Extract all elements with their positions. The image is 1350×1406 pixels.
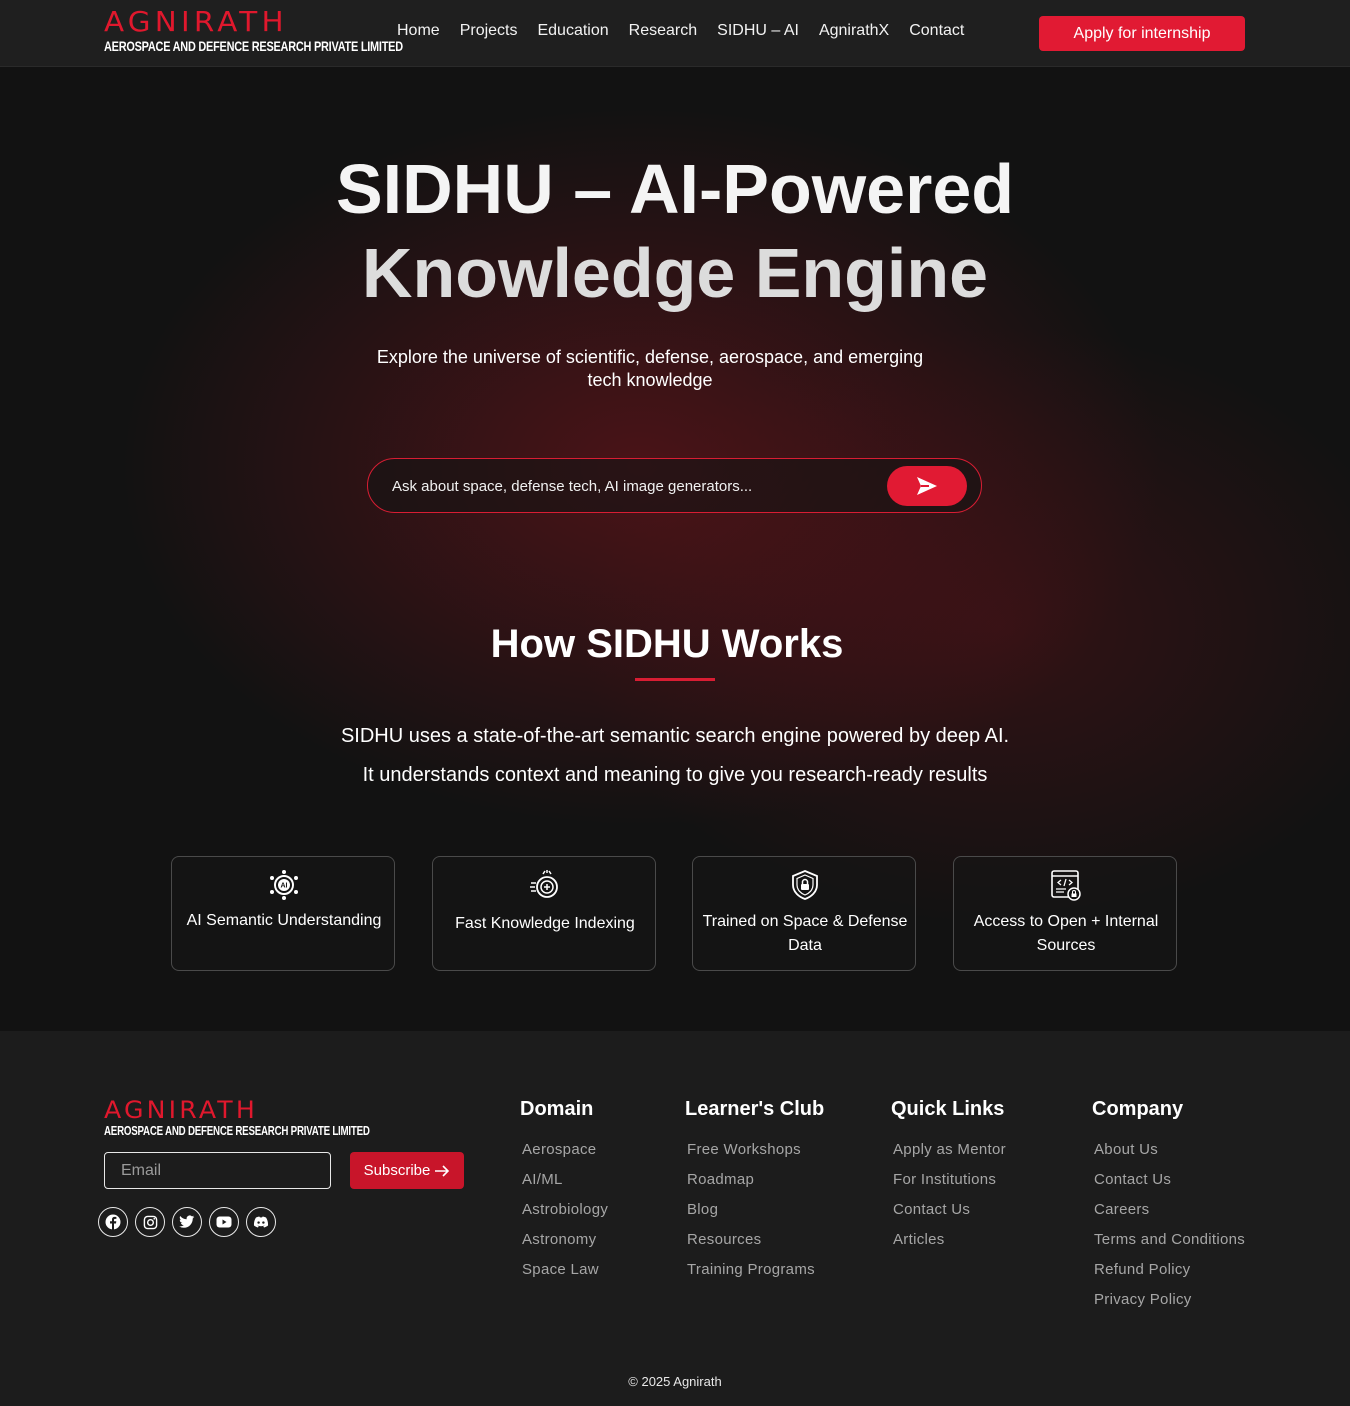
title-underline [635,678,715,681]
arrow-right-icon [435,1164,450,1177]
footer-link[interactable]: Astronomy [520,1225,608,1255]
footer-link[interactable]: Space Law [520,1255,608,1285]
footer-link[interactable]: Contact Us [1092,1165,1245,1195]
footer-link[interactable]: Privacy Policy [1092,1285,1245,1315]
send-icon [917,477,937,495]
social-links [98,1207,276,1237]
nav-sidhu-ai[interactable]: SIDHU – AI [717,22,799,40]
feature-card-label: Fast Knowledge Indexing [455,915,635,932]
footer-link[interactable]: About Us [1092,1135,1245,1165]
footer-column-title: Quick Links [891,1098,1005,1120]
nav-education[interactable]: Education [537,22,608,40]
nav-home[interactable]: Home [397,22,440,40]
nav-research[interactable]: Research [629,22,697,40]
brand-logo[interactable]: AGNIRATH AEROSPACE AND DEFENCE RESEARCH … [104,8,403,55]
nav-contact[interactable]: Contact [909,22,964,40]
discord-icon [253,1216,269,1228]
footer-link[interactable]: Training Programs [685,1255,824,1285]
ai-brain-icon: AI [270,870,298,900]
how-desc-line1: SIDHU uses a state-of-the-art semantic s… [340,725,1010,747]
site-footer: AGNIRATH AEROSPACE AND DEFENCE RESEARCH … [0,1031,1350,1406]
footer-brand-logo[interactable]: AGNIRATH AEROSPACE AND DEFENCE RESEARCH … [104,1098,370,1138]
footer-column-title: Learner's Club [685,1098,825,1120]
fast-indexing-icon [530,870,558,898]
copyright-text: © 2025 Agnirath [628,1374,722,1389]
footer-link[interactable]: Aerospace [520,1135,608,1165]
footer-column-quick-links: Quick Links Apply as Mentor For Institut… [891,1098,1006,1255]
hero-title-line1: SIDHU – AI-Powered [335,150,1015,228]
apply-internship-button[interactable]: Apply for internship [1039,16,1245,51]
hero-title-line2: Knowledge Engine [361,234,989,312]
hero-title: SIDHU – AI-Powered Knowledge Engine [0,147,1350,315]
footer-column-title: Domain [520,1098,594,1120]
how-section-title: How SIDHU Works [490,622,844,666]
discord-link[interactable] [246,1207,276,1237]
how-section-description: SIDHU uses a state-of-the-art semantic s… [0,717,1350,795]
feature-card-label: Trained on Space & Defense Data [702,913,908,954]
nav-projects[interactable]: Projects [460,22,518,40]
instagram-icon [143,1215,157,1229]
footer-link[interactable]: Roadmap [685,1165,824,1195]
footer-link[interactable]: Resources [685,1225,824,1255]
how-desc-line2: It understands context and meaning to gi… [362,764,988,786]
svg-text:AI: AI [281,883,288,890]
hero-subtitle: Explore the universe of scientific, defe… [376,347,924,390]
hero-section: SIDHU – AI-Powered Knowledge Engine Expl… [0,67,1350,1031]
search-input[interactable] [392,474,872,498]
brand-wordmark: AGNIRATH [104,5,288,38]
feature-card-label: Access to Open + Internal Sources [973,913,1159,954]
feature-card-training: Trained on Space & Defense Data [692,856,916,971]
subscribe-label: Subscribe [363,1162,431,1179]
shield-lock-icon [792,870,818,900]
brand-tagline: AEROSPACE AND DEFENCE RESEARCH PRIVATE L… [104,1124,370,1138]
top-navbar: AGNIRATH AEROSPACE AND DEFENCE RESEARCH … [0,0,1350,67]
twitter-link[interactable] [172,1207,202,1237]
facebook-icon [105,1214,121,1230]
search-bar [367,458,982,513]
brand-tagline: AEROSPACE AND DEFENCE RESEARCH PRIVATE L… [104,38,403,54]
footer-link[interactable]: Astrobiology [520,1195,608,1225]
footer-column-learners-club: Learner's Club Free Workshops Roadmap Bl… [685,1098,824,1285]
feature-card-sources: Access to Open + Internal Sources [953,856,1177,971]
newsletter-email-input[interactable] [104,1152,331,1189]
subscribe-button[interactable]: Subscribe [350,1152,464,1189]
footer-link[interactable]: AI/ML [520,1165,608,1195]
feature-card-label: AI Semantic Understanding [186,912,382,929]
footer-column-domain: Domain Aerospace AI/ML Astrobiology Astr… [520,1098,608,1285]
footer-link[interactable]: For Institutions [891,1165,1006,1195]
footer-link[interactable]: Free Workshops [685,1135,824,1165]
facebook-link[interactable] [98,1207,128,1237]
brand-wordmark: AGNIRATH [104,1096,258,1124]
nav-agnirathx[interactable]: AgnirathX [819,22,889,40]
twitter-icon [179,1215,195,1228]
footer-link[interactable]: Careers [1092,1195,1245,1225]
feature-card-semantic: AI AI Semantic Understanding [171,856,395,971]
footer-link[interactable]: Contact Us [891,1195,1006,1225]
footer-column-title: Company [1092,1098,1184,1120]
footer-link[interactable]: Blog [685,1195,824,1225]
send-button[interactable] [887,466,967,506]
code-document-icon [1051,870,1081,901]
footer-link[interactable]: Articles [891,1225,1006,1255]
instagram-link[interactable] [135,1207,165,1237]
footer-column-company: Company About Us Contact Us Careers Term… [1092,1098,1245,1315]
youtube-icon [216,1216,232,1228]
footer-link[interactable]: Refund Policy [1092,1255,1245,1285]
main-nav: Home Projects Education Research SIDHU –… [397,22,984,40]
youtube-link[interactable] [209,1207,239,1237]
feature-card-indexing: Fast Knowledge Indexing [432,856,656,971]
footer-link[interactable]: Apply as Mentor [891,1135,1006,1165]
footer-link[interactable]: Terms and Conditions [1092,1225,1245,1255]
